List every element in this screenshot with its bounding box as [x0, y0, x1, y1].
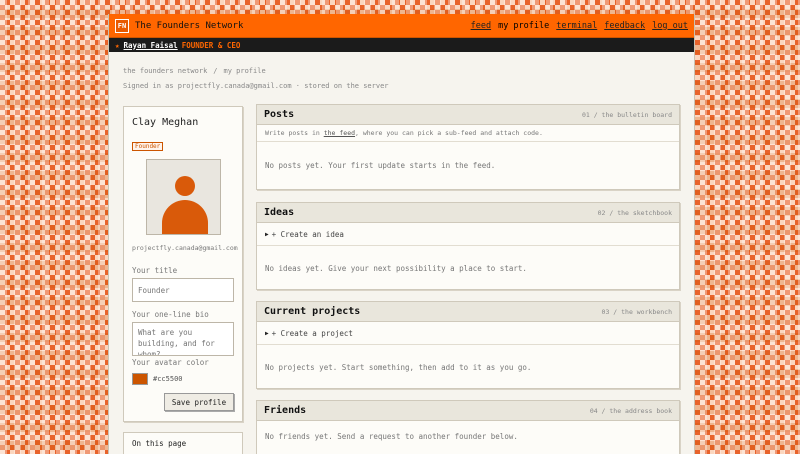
projects-tag: 03 / the workbench — [601, 307, 672, 316]
app-window: FN The Founders Network feed my profile … — [108, 14, 695, 454]
posts-hint: Write posts in the feed, where you can p… — [257, 125, 679, 142]
posts-panel: Posts 01 / the bulletin board Write post… — [256, 104, 680, 190]
role-badge: Founder — [132, 142, 164, 151]
posts-hint-text: Write posts in — [265, 129, 320, 137]
ideas-tag: 02 / the sketchbook — [597, 208, 672, 217]
bio-textarea[interactable] — [132, 322, 234, 356]
projects-panel: Current projects 03 / the workbench ▶ + … — [256, 301, 680, 389]
avatar-person-icon — [175, 176, 195, 196]
save-profile-button[interactable]: Save profile — [164, 393, 234, 411]
triangle-right-icon: ▶ — [265, 230, 269, 238]
friends-title: Friends — [264, 405, 307, 416]
ideas-empty-state: No ideas yet. Give your next possibility… — [265, 263, 527, 273]
signed-in-status: Signed in as projectfly.canada@gmail.com… — [123, 82, 389, 90]
avatar-person-body — [162, 200, 208, 234]
current-user-name[interactable]: Rayan Faisal — [124, 41, 178, 50]
brand-title[interactable]: The Founders Network — [135, 21, 243, 31]
create-idea-toggle[interactable]: ▶ + Create an idea — [257, 223, 679, 246]
nav-feed[interactable]: feed — [471, 21, 491, 31]
nav-terminal[interactable]: terminal — [556, 21, 597, 31]
title-input[interactable] — [132, 278, 234, 302]
projects-empty-state: No projects yet. Start something, then a… — [265, 362, 532, 372]
nav-my-profile[interactable]: my profile — [498, 21, 549, 31]
current-user-role: FOUNDER & CEO — [181, 40, 241, 50]
create-project-toggle[interactable]: ▶ + Create a project — [257, 322, 679, 345]
profile-card: Clay Meghan Founder projectfly.canada@gm… — [123, 106, 243, 422]
projects-panel-header: Current projects 03 / the workbench — [257, 302, 679, 322]
projects-title: Current projects — [264, 306, 361, 317]
avatar — [146, 159, 221, 235]
posts-panel-header: Posts 01 / the bulletin board — [257, 105, 679, 125]
user-bar: ★ Rayan Faisal FOUNDER & CEO — [109, 38, 694, 52]
posts-empty-state: No posts yet. Your first update starts i… — [265, 160, 496, 170]
star-icon: ★ — [115, 40, 120, 50]
posts-title: Posts — [264, 109, 295, 120]
breadcrumb-separator: / — [213, 67, 218, 75]
ideas-panel-header: Ideas 02 / the sketchbook — [257, 203, 679, 223]
nav-logout[interactable]: log out — [652, 21, 688, 31]
posts-tag: 01 / the bulletin board — [581, 110, 672, 119]
title-label: Your title — [132, 266, 178, 275]
breadcrumb-current: my profile — [223, 67, 266, 75]
triangle-right-icon: ▶ — [265, 329, 269, 337]
breadcrumb-root[interactable]: the founders network — [123, 67, 207, 75]
bio-label: Your one-line bio — [132, 310, 209, 319]
create-idea-label: + Create an idea — [271, 229, 344, 239]
friends-panel: Friends 04 / the address book No friends… — [256, 400, 680, 454]
logo-icon[interactable]: FN — [115, 18, 129, 33]
posts-hint-tail: , where you can pick a sub-feed and atta… — [355, 129, 543, 137]
on-this-page-heading: On this page — [123, 432, 243, 454]
avatar-color-value: #cc5500 — [153, 375, 183, 383]
profile-name: Clay Meghan — [132, 117, 199, 128]
ideas-panel: Ideas 02 / the sketchbook ▶ + Create an … — [256, 202, 680, 290]
avatar-color-swatch[interactable] — [132, 373, 148, 385]
create-project-label: + Create a project — [271, 328, 353, 338]
nav-feedback[interactable]: feedback — [604, 21, 645, 31]
avatar-color-label: Your avatar color — [132, 358, 209, 367]
friends-tag: 04 / the address book — [589, 406, 672, 415]
ideas-title: Ideas — [264, 207, 295, 218]
friends-empty-state: No friends yet. Send a request to anothe… — [265, 431, 518, 441]
top-bar: FN The Founders Network feed my profile … — [109, 14, 694, 38]
feed-link[interactable]: the feed — [324, 129, 355, 137]
breadcrumb: the founders network / my profile — [123, 67, 266, 75]
main-nav: feed my profile terminal feedback log ou… — [471, 21, 688, 31]
friends-panel-header: Friends 04 / the address book — [257, 401, 679, 421]
profile-email: projectfly.canada@gmail.com — [132, 244, 238, 252]
